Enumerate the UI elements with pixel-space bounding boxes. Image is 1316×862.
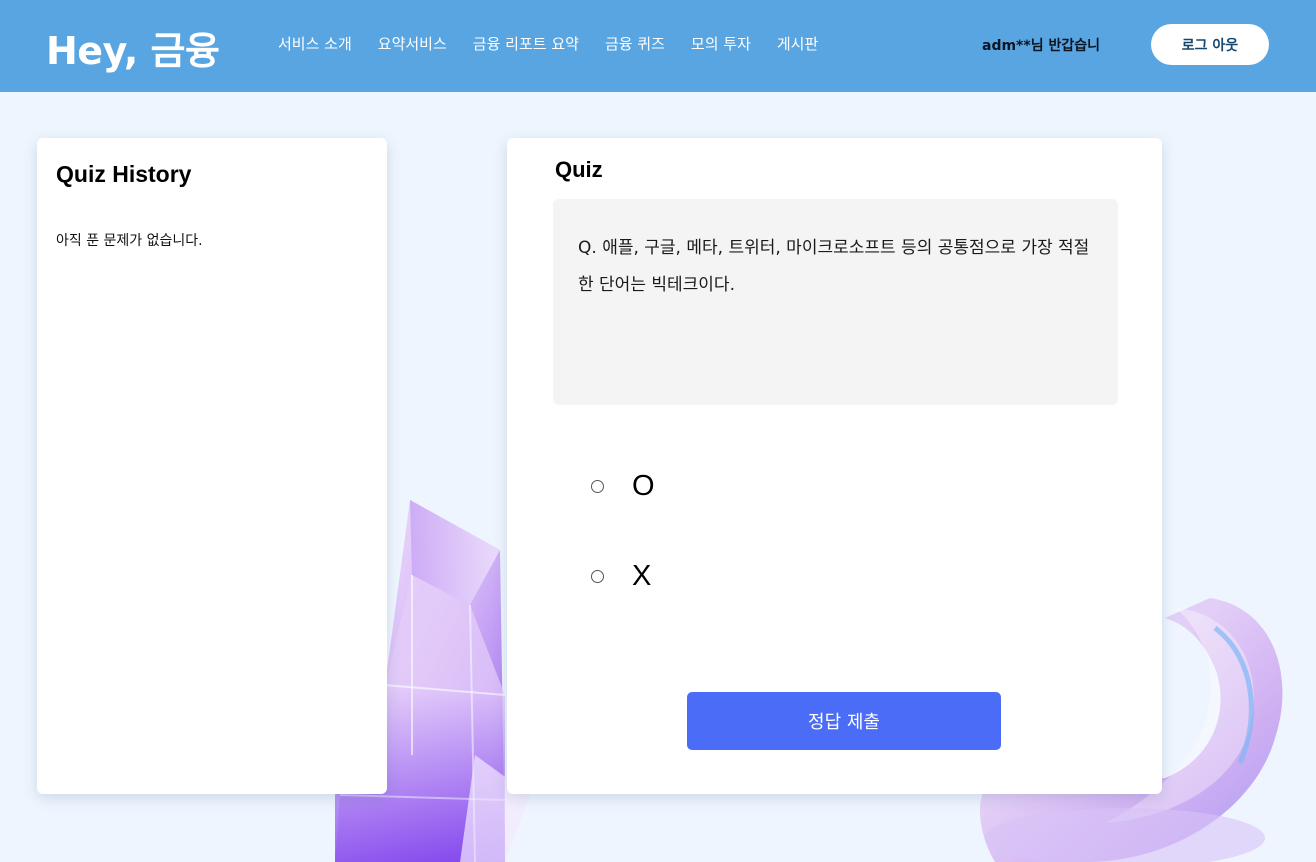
- answer-option-o[interactable]: O: [591, 470, 655, 503]
- question-text: Q. 애플, 구글, 메타, 트위터, 마이크로소프트 등의 공통점으로 가장 …: [578, 238, 1090, 295]
- quiz-history-empty-message: 아직 푼 문제가 없습니다.: [56, 233, 203, 249]
- site-logo[interactable]: Hey, 금융: [46, 20, 220, 75]
- submit-answer-button[interactable]: 정답 제출: [687, 692, 1001, 750]
- answer-option-x[interactable]: X: [591, 560, 651, 593]
- quiz-history-title: Quiz History: [56, 161, 192, 187]
- radio-x[interactable]: [591, 570, 604, 583]
- answer-option-x-label: X: [632, 560, 652, 592]
- logout-button[interactable]: 로그 아웃: [1151, 24, 1269, 65]
- question-box: Q. 애플, 구글, 메타, 트위터, 마이크로소프트 등의 공통점으로 가장 …: [553, 199, 1118, 405]
- quiz-title: Quiz: [555, 157, 603, 182]
- nav-item-mock-investment[interactable]: 모의 투자: [691, 33, 751, 54]
- nav-item-report-summary[interactable]: 금융 리포트 요약: [473, 33, 579, 54]
- top-header: Hey, 금융 서비스 소개 요약서비스 금융 리포트 요약 금융 퀴즈 모의 …: [0, 0, 1316, 92]
- main-nav: 서비스 소개 요약서비스 금융 리포트 요약 금융 퀴즈 모의 투자 게시판: [278, 33, 818, 54]
- quiz-panel: Quiz Q. 애플, 구글, 메타, 트위터, 마이크로소프트 등의 공통점으…: [507, 138, 1162, 794]
- nav-item-summary-service[interactable]: 요약서비스: [378, 33, 447, 54]
- nav-item-service-intro[interactable]: 서비스 소개: [278, 33, 352, 54]
- nav-item-finance-quiz[interactable]: 금융 퀴즈: [605, 33, 665, 54]
- radio-o[interactable]: [591, 480, 604, 493]
- answer-option-o-label: O: [632, 470, 655, 502]
- user-greeting: adm**님 반갑습니: [982, 38, 1100, 54]
- nav-item-board[interactable]: 게시판: [777, 33, 818, 54]
- quiz-history-panel: Quiz History 아직 푼 문제가 없습니다.: [37, 138, 387, 794]
